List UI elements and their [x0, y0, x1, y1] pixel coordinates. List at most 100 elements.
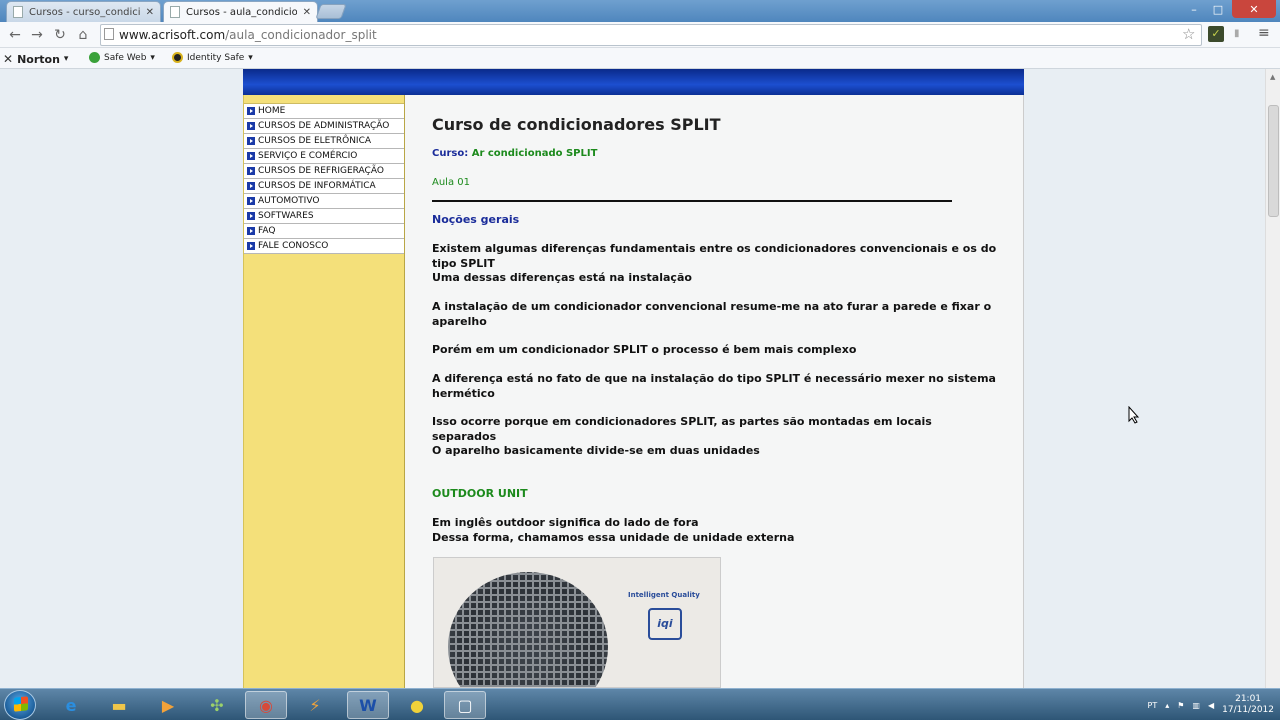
close-icon[interactable]: ✕	[3, 52, 13, 66]
clock[interactable]: 21:01 17/11/2012	[1222, 694, 1274, 716]
network-tray-icon[interactable]: ▥	[1192, 701, 1200, 710]
identity-safe-icon	[172, 52, 183, 63]
url-path: /aula_condicionador_split	[225, 28, 377, 42]
close-icon[interactable]: ✕	[303, 7, 311, 18]
close-icon[interactable]: ✕	[146, 7, 154, 18]
media-player-icon[interactable]: ▶	[147, 691, 189, 719]
sidebar-item-eletronica[interactable]: CURSOS DE ELETRÔNICA	[244, 134, 404, 149]
course-value: Ar condicionado SPLIT	[471, 148, 598, 159]
sidebar-item-faq[interactable]: FAQ	[244, 224, 404, 239]
paragraph: Em inglês outdoor significa do lado de f…	[432, 516, 795, 544]
sidebar-item-informatica[interactable]: CURSOS DE INFORMÁTICA	[244, 179, 404, 194]
chrome-icon[interactable]: ◉	[245, 691, 287, 719]
browser-toolbar: ← → ↻ ⌂ www.acrisoft.com/aula_condiciona…	[0, 22, 1280, 48]
arrow-bullet-icon	[247, 152, 255, 160]
paragraph: Isso ocorre porque em condicionadores SP…	[432, 415, 932, 443]
safe-web-menu[interactable]: Safe Web ▾	[89, 52, 155, 63]
brand-logo: iqi	[648, 608, 682, 640]
norton-menu[interactable]: ✕ Norton ▾	[3, 52, 68, 66]
page-viewport: HOME CURSOS DE ADMINISTRAÇÃO CURSOS DE E…	[0, 69, 1265, 688]
course-label: Curso:	[432, 148, 469, 159]
page-icon	[104, 28, 114, 40]
explorer-icon[interactable]: ▬	[98, 691, 140, 719]
address-bar[interactable]: www.acrisoft.com/aula_condicionador_spli…	[100, 24, 1202, 46]
start-button[interactable]	[4, 690, 36, 720]
sidebar-item-fale-conosco[interactable]: FALE CONOSCO	[244, 239, 404, 254]
url-domain: www.acrisoft.com	[119, 28, 226, 42]
sidebar-item-label: CURSOS DE ELETRÔNICA	[258, 136, 372, 146]
sidebar-item-label: CURSOS DE REFRIGERAÇÃO	[258, 166, 384, 176]
sidebar-item-servico[interactable]: SERVIÇO E COMÉRCIO	[244, 149, 404, 164]
chevron-down-icon: ▾	[248, 52, 253, 63]
sidebar-item-home[interactable]: HOME	[244, 104, 404, 119]
fan-grille	[448, 572, 608, 687]
sidebar-item-label: SERVIÇO E COMÉRCIO	[258, 151, 358, 161]
tab-label: Cursos - aula_condiciona	[186, 6, 297, 18]
vertical-scrollbar[interactable]: ▲	[1265, 69, 1280, 688]
page-icon	[13, 6, 23, 18]
arrow-bullet-icon	[247, 122, 255, 130]
home-icon[interactable]: ⌂	[74, 26, 92, 44]
new-tab-button[interactable]	[315, 4, 347, 19]
outdoor-title: OUTDOOR UNIT	[432, 487, 528, 500]
forward-arrow-icon[interactable]: →	[28, 26, 46, 44]
paragraph: A instalação de um condicionador convenc…	[432, 300, 992, 328]
page-icon	[170, 6, 180, 18]
extension-icon[interactable]: ✓	[1208, 26, 1224, 42]
arrow-bullet-icon	[247, 212, 255, 220]
star-icon[interactable]: ☆	[1182, 25, 1195, 43]
arrow-bullet-icon	[247, 197, 255, 205]
wrench-icon[interactable]: ≡	[1258, 25, 1270, 41]
language-indicator[interactable]: PT	[1148, 701, 1158, 710]
scroll-thumb[interactable]	[1268, 105, 1279, 217]
main-content: Curso de condicionadores SPLIT Curso: Ar…	[405, 95, 1024, 688]
paragraph: Existem algumas diferenças fundamentais …	[432, 242, 997, 284]
windows-logo-icon	[14, 696, 28, 712]
sidebar-menu: HOME CURSOS DE ADMINISTRAÇÃO CURSOS DE E…	[243, 95, 405, 688]
sidebar-item-administracao[interactable]: CURSOS DE ADMINISTRAÇÃO	[244, 119, 404, 134]
brand-label: Intelligent Quality	[628, 591, 700, 599]
course-line: Curso: Ar condicionado SPLIT	[432, 148, 597, 159]
word-icon[interactable]: W	[347, 691, 389, 719]
sidebar-item-label: HOME	[258, 106, 286, 116]
norton-label: Norton	[17, 52, 60, 66]
signal-icon[interactable]: ▮	[1234, 28, 1246, 40]
close-window-button[interactable]: ✕	[1232, 0, 1276, 18]
sidebar-item-softwares[interactable]: SOFTWARES	[244, 209, 404, 224]
page-title: Curso de condicionadores SPLIT	[432, 115, 721, 134]
sidebar-item-label: AUTOMOTIVO	[258, 196, 320, 206]
scroll-up-icon[interactable]: ▲	[1270, 73, 1275, 81]
minimize-button[interactable]: –	[1182, 0, 1206, 18]
window-icon[interactable]: ▢	[444, 691, 486, 719]
sidebar-top	[244, 95, 404, 104]
tab-cursos-aula[interactable]: Cursos - aula_condiciona ✕	[163, 1, 318, 22]
sidebar-item-label: SOFTWARES	[258, 211, 314, 221]
sidebar-item-automotivo[interactable]: AUTOMOTIVO	[244, 194, 404, 209]
show-hidden-icons-icon[interactable]: ▴	[1165, 701, 1169, 710]
clock-time: 21:01	[1235, 694, 1262, 704]
windows-taskbar: e ▬ ▶ ✣ ◉ ⚡ W ● ▢ PT ▴ ⚑ ▥ ◀ 21:01 17/11…	[0, 688, 1280, 720]
volume-icon[interactable]: ◀	[1208, 701, 1214, 710]
ie-icon[interactable]: e	[50, 691, 92, 719]
winamp-icon[interactable]: ⚡	[294, 691, 336, 719]
tab-label: Cursos - curso_condiciona	[29, 6, 140, 18]
site-banner	[243, 69, 1024, 95]
sidebar-item-label: CURSOS DE INFORMÁTICA	[258, 181, 376, 191]
arrow-bullet-icon	[247, 137, 255, 145]
system-tray: PT ▴ ⚑ ▥ ◀ 21:01 17/11/2012	[1148, 689, 1280, 720]
section-title: Noções gerais	[432, 213, 520, 226]
lesson-label: Aula 01	[432, 177, 470, 188]
divider	[432, 200, 952, 202]
identity-safe-menu[interactable]: Identity Safe ▾	[172, 52, 253, 63]
arrow-bullet-icon	[247, 107, 255, 115]
paragraph: O aparelho basicamente divide-se em duas…	[432, 444, 760, 457]
sidebar-item-refrigeracao[interactable]: CURSOS DE REFRIGERAÇÃO	[244, 164, 404, 179]
identity-safe-label: Identity Safe	[187, 52, 245, 63]
tab-cursos-curso[interactable]: Cursos - curso_condiciona ✕	[6, 1, 161, 22]
back-arrow-icon[interactable]: ←	[6, 26, 24, 44]
reload-icon[interactable]: ↻	[51, 26, 69, 44]
network-icon[interactable]: ✣	[196, 691, 238, 719]
flag-icon[interactable]: ⚑	[1177, 701, 1184, 710]
maximize-button[interactable]: □	[1206, 0, 1230, 18]
game-icon[interactable]: ●	[396, 691, 438, 719]
